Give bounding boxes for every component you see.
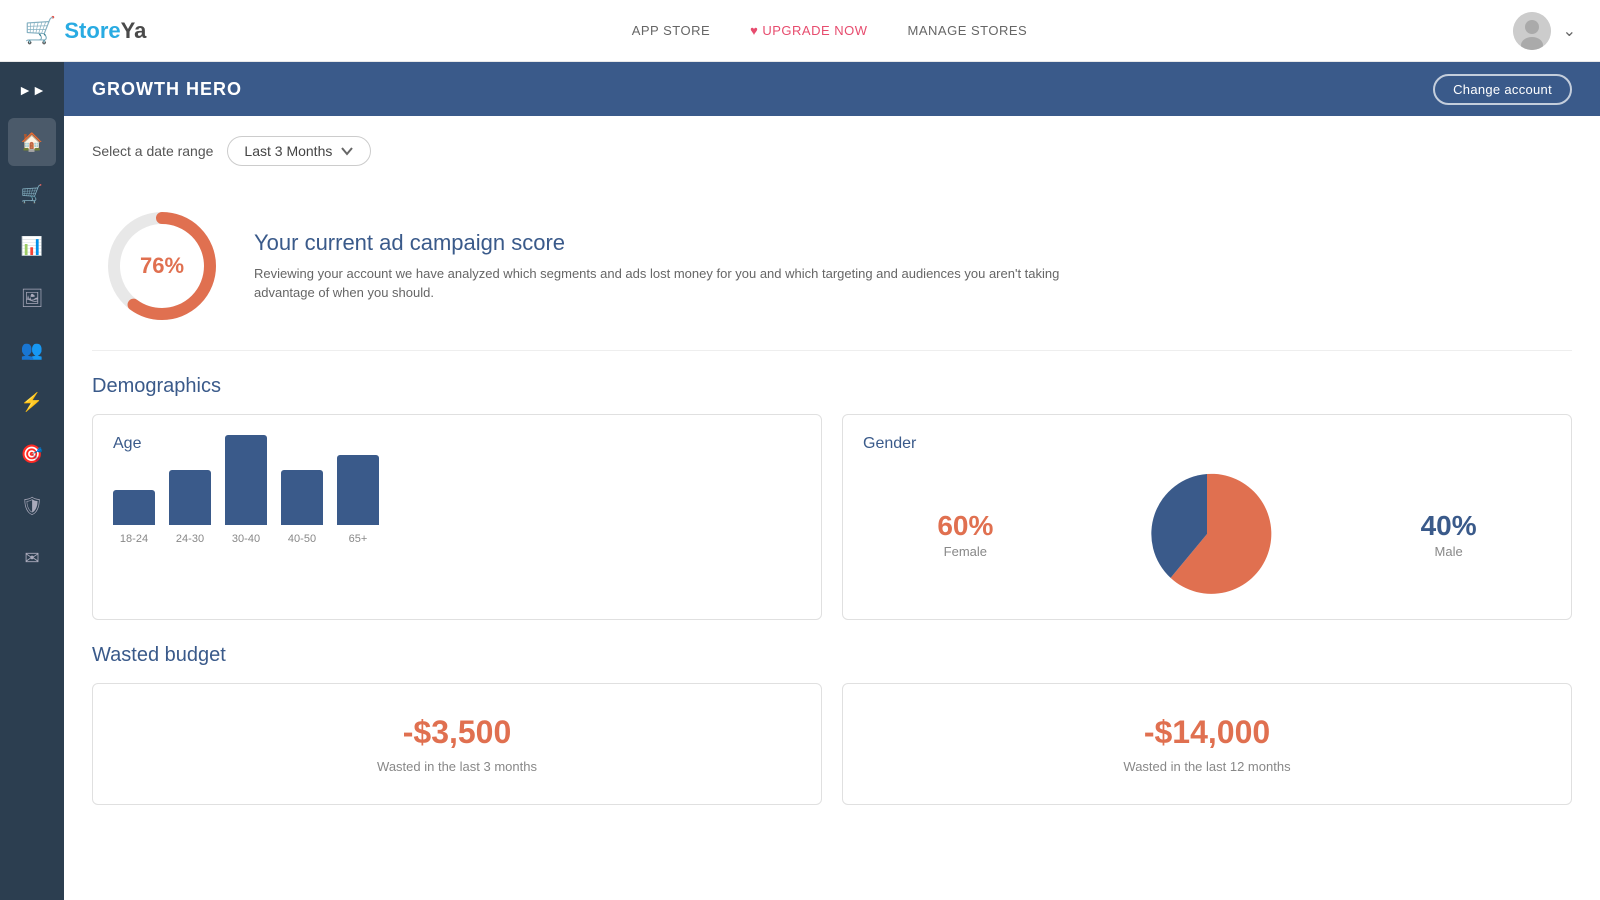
male-label: Male [1421, 544, 1477, 559]
wasted-budget-section: Wasted budget -$3,500 Wasted in the last… [92, 644, 1572, 805]
bar-label-30-40: 30-40 [232, 533, 260, 545]
score-text: Your current ad campaign score Reviewing… [254, 230, 1074, 303]
account-chevron[interactable]: ⌄ [1563, 21, 1576, 41]
nav-links: APP STORE UPGRADE NOW MANAGE STORES [632, 23, 1028, 38]
logo[interactable]: 🛒 StoreYa [24, 15, 146, 46]
wasted-desc-3months: Wasted in the last 3 months [377, 759, 537, 774]
bar-24-30 [169, 470, 211, 525]
wasted-card-3months: -$3,500 Wasted in the last 3 months [92, 683, 822, 805]
date-range-row: Select a date range Last 3 Months [92, 136, 1572, 166]
female-stat: 60% Female [937, 510, 993, 559]
bar-label-65plus: 65+ [349, 533, 368, 545]
male-stat: 40% Male [1421, 510, 1477, 559]
nav-upgrade[interactable]: UPGRADE NOW [750, 23, 867, 38]
score-card: 76% Your current ad campaign score Revie… [92, 186, 1572, 351]
top-nav: 🛒 StoreYa APP STORE UPGRADE NOW MANAGE S… [0, 0, 1600, 62]
page-title: GROWTH HERO [92, 79, 242, 100]
gender-pie-chart [1142, 469, 1272, 599]
wasted-budget-cards: -$3,500 Wasted in the last 3 months -$14… [92, 683, 1572, 805]
sidebar-item-email[interactable]: ✉ [8, 534, 56, 582]
nav-manage-stores[interactable]: MANAGE STORES [908, 23, 1028, 38]
content-area: GROWTH HERO Change account Select a date… [64, 62, 1600, 900]
wasted-amount-12months: -$14,000 [1144, 714, 1270, 751]
gender-content: 60% Female 40% [863, 469, 1551, 599]
gender-card-title: Gender [863, 435, 1551, 453]
bar-group-24-30: 24-30 [169, 470, 211, 545]
date-range-value: Last 3 Months [244, 143, 332, 159]
main-layout: ►► 🏠 🛒 📊 🖼 👥 ⚡ 🎯 🛡 ✉ GROWTH HERO Change … [0, 62, 1600, 900]
wasted-budget-title: Wasted budget [92, 644, 1572, 667]
wasted-inner-2: -$14,000 Wasted in the last 12 months [863, 704, 1551, 784]
date-range-select[interactable]: Last 3 Months [227, 136, 371, 166]
donut-chart: 76% [102, 206, 222, 326]
sidebar-toggle[interactable]: ►► [8, 72, 56, 108]
bar-group-65plus: 65+ [337, 455, 379, 545]
score-description: Reviewing your account we have analyzed … [254, 264, 1074, 303]
female-pct: 60% [937, 510, 993, 542]
male-pct: 40% [1421, 510, 1477, 542]
sidebar-item-shield[interactable]: 🛡 [8, 482, 56, 530]
sidebar: ►► 🏠 🛒 📊 🖼 👥 ⚡ 🎯 🛡 ✉ [0, 62, 64, 900]
bar-label-24-30: 24-30 [176, 533, 204, 545]
demographics-cards: Age 18-24 24-30 [92, 414, 1572, 620]
avatar[interactable] [1513, 12, 1551, 50]
bar-40-50 [281, 470, 323, 525]
logo-text: StoreYa [64, 18, 146, 44]
demographics-title: Demographics [92, 375, 1572, 398]
sidebar-item-audience[interactable]: 👥 [8, 326, 56, 374]
sidebar-item-home[interactable]: 🏠 [8, 118, 56, 166]
gender-card: Gender 60% Female [842, 414, 1572, 620]
age-card-title: Age [113, 435, 801, 453]
wasted-desc-12months: Wasted in the last 12 months [1123, 759, 1290, 774]
score-value: 76% [140, 253, 184, 279]
bar-30-40 [225, 435, 267, 525]
nav-app-store[interactable]: APP STORE [632, 23, 710, 38]
wasted-card-12months: -$14,000 Wasted in the last 12 months [842, 683, 1572, 805]
bar-label-40-50: 40-50 [288, 533, 316, 545]
bar-group-30-40: 30-40 [225, 435, 267, 545]
cart-icon: 🛒 [24, 15, 56, 46]
page-content: Select a date range Last 3 Months 76% [64, 116, 1600, 900]
demographics-section: Demographics Age 18-24 24-30 [92, 375, 1572, 620]
bar-18-24 [113, 490, 155, 525]
sidebar-item-analytics[interactable]: 📊 [8, 222, 56, 270]
nav-right: ⌄ [1513, 12, 1576, 50]
sidebar-item-store[interactable]: 🛒 [8, 170, 56, 218]
sidebar-item-ads[interactable]: 🖼 [8, 274, 56, 322]
sidebar-item-boost[interactable]: ⚡ [8, 378, 56, 426]
bar-label-18-24: 18-24 [120, 533, 148, 545]
date-range-label: Select a date range [92, 143, 213, 159]
age-card: Age 18-24 24-30 [92, 414, 822, 620]
sidebar-item-targeting[interactable]: 🎯 [8, 430, 56, 478]
wasted-amount-3months: -$3,500 [403, 714, 512, 751]
bar-group-18-24: 18-24 [113, 490, 155, 545]
score-title: Your current ad campaign score [254, 230, 1074, 256]
chevron-down-icon [340, 144, 354, 158]
female-label: Female [937, 544, 993, 559]
change-account-button[interactable]: Change account [1433, 74, 1572, 105]
wasted-inner-1: -$3,500 Wasted in the last 3 months [113, 704, 801, 784]
bar-65plus [337, 455, 379, 525]
age-bar-chart: 18-24 24-30 30-40 [113, 469, 801, 569]
bar-group-40-50: 40-50 [281, 470, 323, 545]
page-header: GROWTH HERO Change account [64, 62, 1600, 116]
